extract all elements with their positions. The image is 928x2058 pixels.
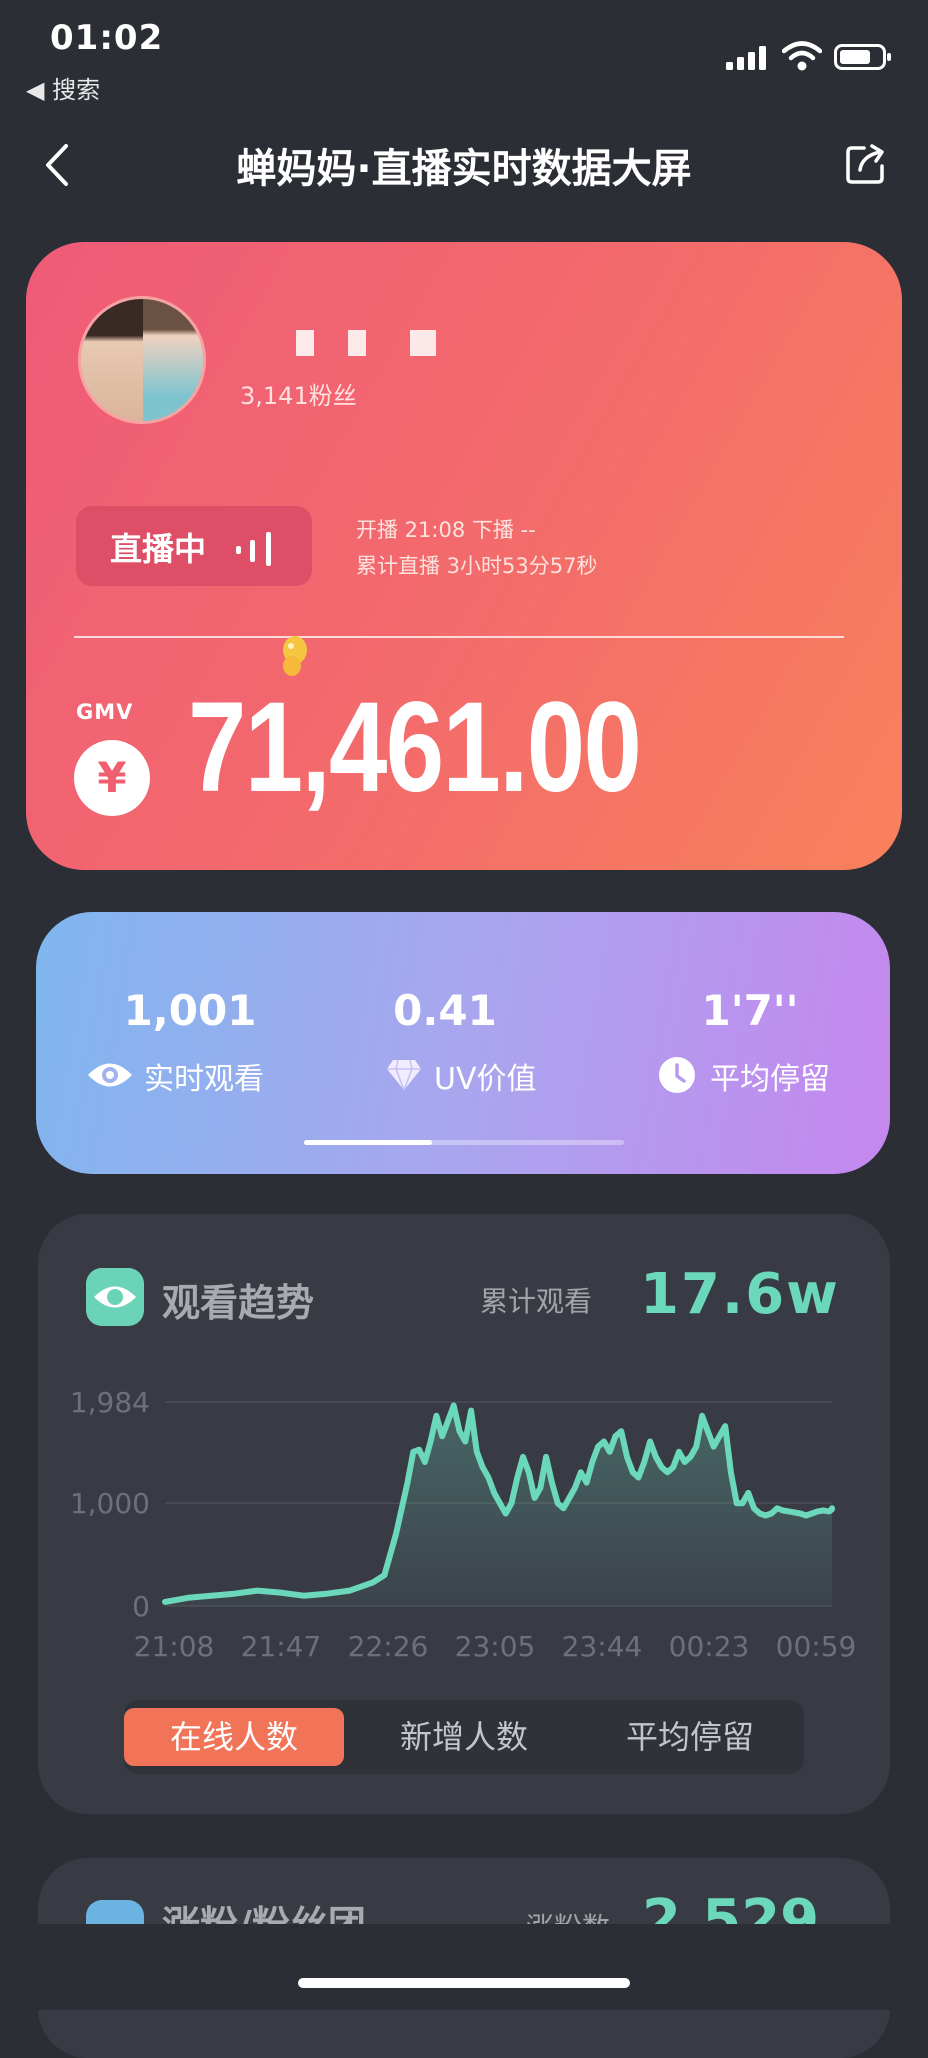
- tab-new-users[interactable]: 新增人数: [354, 1708, 574, 1766]
- streamer-avatar[interactable]: [78, 296, 206, 424]
- total-views-value: 17.6w: [640, 1262, 840, 1327]
- gmv-label: GMV: [76, 700, 134, 724]
- home-indicator[interactable]: [298, 1978, 630, 1988]
- live-status-text: 直播中: [110, 530, 207, 568]
- trend-title: 观看趋势: [162, 1281, 315, 1325]
- chart-x-tick-label: 23:05: [455, 1630, 536, 1663]
- chart-x-tick-label: 00:59: [776, 1630, 857, 1663]
- battery-icon: [834, 44, 891, 70]
- realtime-viewers-label: 实时观看: [144, 1062, 264, 1097]
- total-views-label: 累计观看: [480, 1285, 593, 1318]
- clock-icon: [659, 1057, 695, 1093]
- eye-icon: [88, 1063, 132, 1087]
- realtime-viewers-value: 1,001: [123, 986, 257, 1035]
- gmv-value: 71,461.00: [188, 676, 642, 819]
- chart-x-tick-label: 22:26: [348, 1630, 429, 1663]
- bottom-safe-area: [0, 1924, 928, 2010]
- chart-x-tick-label: 21:08: [134, 1630, 215, 1663]
- page-title: 蝉妈妈·直播实时数据大屏: [236, 146, 692, 192]
- uv-value-label: UV价值: [434, 1062, 537, 1097]
- fans-growth-card-header: 涨粉/粉丝团 涨粉数 2,529: [38, 1858, 890, 1924]
- chart-x-tick-label: 00:23: [669, 1630, 750, 1663]
- live-start-time: 开播 21:08 下播 --: [356, 518, 536, 542]
- live-signal-icon: [236, 532, 271, 566]
- eye-icon: [86, 1268, 144, 1326]
- timeline-divider: [74, 636, 844, 638]
- chart-x-tick-label: 23:44: [562, 1630, 643, 1663]
- status-time: 01:02: [50, 18, 164, 58]
- streamer-name-redacted: [296, 330, 446, 356]
- fans-growth-title: 涨粉/粉丝团: [162, 1894, 366, 1924]
- timeline-marker-icon: [283, 636, 307, 676]
- wifi-icon: [782, 41, 822, 71]
- uv-value: 0.41: [393, 986, 497, 1035]
- average-stay-label: 平均停留: [710, 1062, 830, 1097]
- fans-count: 3,141粉丝: [240, 382, 357, 410]
- live-duration: 累计直播 3小时53分57秒: [356, 554, 598, 578]
- fans-icon: [86, 1900, 144, 1924]
- chart-y-tick-label: 1,000: [70, 1487, 150, 1520]
- viewing-trend-chart[interactable]: 0 1,000 1,984 21:08 21:47 22:26 23:05 23:44 00:2…: [50, 1370, 880, 1670]
- chart-x-tick-label: 21:47: [241, 1630, 322, 1663]
- yuan-icon: ¥: [74, 740, 150, 816]
- share-icon[interactable]: [842, 140, 890, 188]
- tab-online-users[interactable]: 在线人数: [124, 1708, 344, 1766]
- average-stay-value: 1'7'': [701, 986, 799, 1035]
- metrics-card[interactable]: [36, 912, 890, 1174]
- cellular-signal-icon: [726, 46, 766, 70]
- fans-growth-label: 涨粉数: [526, 1906, 610, 1924]
- back-to-app-link[interactable]: ◀ 搜索: [26, 70, 100, 105]
- carousel-pager-indicator: [304, 1140, 432, 1145]
- chart-y-tick-label: 0: [132, 1590, 150, 1623]
- diamond-icon: [387, 1059, 421, 1091]
- chart-y-tick-label: 1,984: [70, 1386, 150, 1419]
- tab-average-stay[interactable]: 平均停留: [580, 1708, 800, 1766]
- fans-growth-value: 2,529: [642, 1888, 820, 1924]
